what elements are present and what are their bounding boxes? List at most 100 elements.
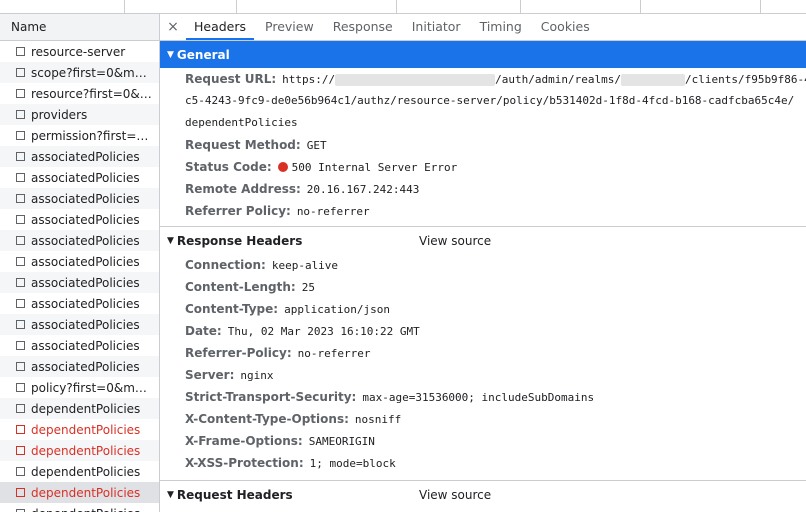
view-source-link[interactable]: View source [419,234,491,248]
redacted-host [335,73,496,86]
tab-cookies[interactable]: Cookies [533,14,598,40]
toolbar-separator [760,0,761,13]
toolbar-separator [124,0,125,13]
request-row[interactable]: associatedPolicies [0,335,159,356]
checkbox-icon [16,215,25,224]
header-name: Strict-Transport-Security: [185,390,357,404]
request-row[interactable]: associatedPolicies [0,356,159,377]
header-value: nosniff [354,412,402,426]
request-row[interactable]: providers [0,104,159,125]
request-url-value[interactable]: https:// /auth/admin/realms/ /clients/f95b… [282,73,806,86]
name-column-header[interactable]: Name [0,14,159,41]
request-row[interactable]: dependentPolicies [0,398,159,419]
close-icon[interactable]: × [160,14,186,40]
checkbox-icon [16,236,25,245]
tab-timing[interactable]: Timing [472,14,530,40]
url-path-segment: /auth/admin/realms/ [495,72,621,86]
request-row[interactable]: associatedPolicies [0,209,159,230]
request-headers-section-header[interactable]: ▼ Request Headers View source [160,481,806,508]
request-row[interactable]: associatedPolicies [0,167,159,188]
request-name: associatedPolicies [31,296,140,311]
top-toolbar-strip [0,0,806,14]
response-header-row: X-Content-Type-Options: nosniff [160,408,806,430]
response-header-row: X-Frame-Options: SAMEORIGIN [160,430,806,452]
tab-response[interactable]: Response [325,14,401,40]
checkbox-icon [16,47,25,56]
request-row[interactable]: associatedPolicies [0,251,159,272]
triangle-down-icon: ▼ [167,49,174,60]
request-url-label: Request URL: [185,72,277,86]
request-name: associatedPolicies [31,233,140,248]
header-value: nginx [240,368,274,382]
checkbox-icon [16,467,25,476]
request-row[interactable]: dependentPolicies [0,482,159,503]
request-row[interactable]: dependentPolicies [0,461,159,482]
tab-headers[interactable]: Headers [186,14,255,40]
request-row[interactable]: associatedPolicies [0,314,159,335]
request-headers-title: Request Headers [176,487,293,502]
header-name: Server: [185,368,235,382]
response-header-row: Content-Length: 25 [160,276,806,298]
request-row[interactable]: associatedPolicies [0,272,159,293]
checkbox-icon [16,194,25,203]
header-value: 25 [301,280,315,294]
request-list: resource-server scope?first=0&max=1 resour… [0,41,159,512]
header-name: Referrer-Policy: [185,346,292,360]
checkbox-icon [16,152,25,161]
request-name: associatedPolicies [31,254,140,269]
view-source-link[interactable]: View source [419,488,491,502]
request-url-row: Request URL: https:// /auth/admin/realms/… [160,68,806,90]
header-name: Content-Type: [185,302,279,316]
request-row[interactable]: associatedPolicies [0,293,159,314]
request-name: associatedPolicies [31,338,140,353]
response-header-row: Referrer-Policy: no-referrer [160,342,806,364]
request-row[interactable]: associatedPolicies [0,146,159,167]
request-row[interactable]: resource?first=0&m... [0,83,159,104]
request-row[interactable]: dependentPolicies [0,419,159,440]
response-header-row: Server: nginx [160,364,806,386]
toolbar-separator [640,0,641,13]
request-name: associatedPolicies [31,359,140,374]
checkbox-icon [16,89,25,98]
tab-preview[interactable]: Preview [257,14,322,40]
header-name: Connection: [185,258,266,272]
referrer-policy-row: Referrer Policy: no-referrer [160,200,806,222]
header-name: X-Frame-Options: [185,434,303,448]
request-name: providers [31,107,88,122]
request-row[interactable]: policy?first=0&max... [0,377,159,398]
request-url-continuation: dependentPolicies [185,116,298,129]
checkbox-icon [16,446,25,455]
triangle-down-icon: ▼ [167,235,174,246]
request-row[interactable]: dependentPolicies [0,440,159,461]
tab-initiator[interactable]: Initiator [404,14,469,40]
checkbox-icon [16,173,25,182]
request-row[interactable]: dependentPolicies [0,503,159,512]
checkbox-icon [16,299,25,308]
checkbox-icon [16,404,25,413]
toolbar-separator [520,0,521,13]
request-row[interactable]: associatedPolicies [0,230,159,251]
toolbar-separator [236,0,237,13]
request-url-continuation: c5-4243-9fc9-de0e56b964c1/authz/resource… [185,94,795,107]
request-name: associatedPolicies [31,191,140,206]
header-name: Content-Length: [185,280,296,294]
response-headers-list: Connection: keep-alive Content-Length: 25 Co… [160,254,806,474]
checkbox-icon [16,425,25,434]
header-value: SAMEORIGIN [308,434,375,448]
request-name: resource-server [31,44,126,59]
checkbox-icon [16,110,25,119]
request-method-label: Request Method: [185,138,301,152]
request-row[interactable]: resource-server [0,41,159,62]
url-scheme: https:// [282,72,336,86]
request-row[interactable]: scope?first=0&max=1 [0,62,159,83]
request-row[interactable]: associatedPolicies [0,188,159,209]
request-name: dependentPolicies [31,485,141,500]
name-column-label: Name [11,20,47,34]
request-row[interactable]: permission?first=0&... [0,125,159,146]
header-value: 1; mode=block [309,456,396,470]
request-name: scope?first=0&max=1 [31,65,153,80]
response-headers-section-header[interactable]: ▼ Response Headers View source [160,227,806,254]
response-header-row: Strict-Transport-Security: max-age=315360… [160,386,806,408]
general-section-header[interactable]: ▼ General [160,41,806,68]
checkbox-icon [16,383,25,392]
